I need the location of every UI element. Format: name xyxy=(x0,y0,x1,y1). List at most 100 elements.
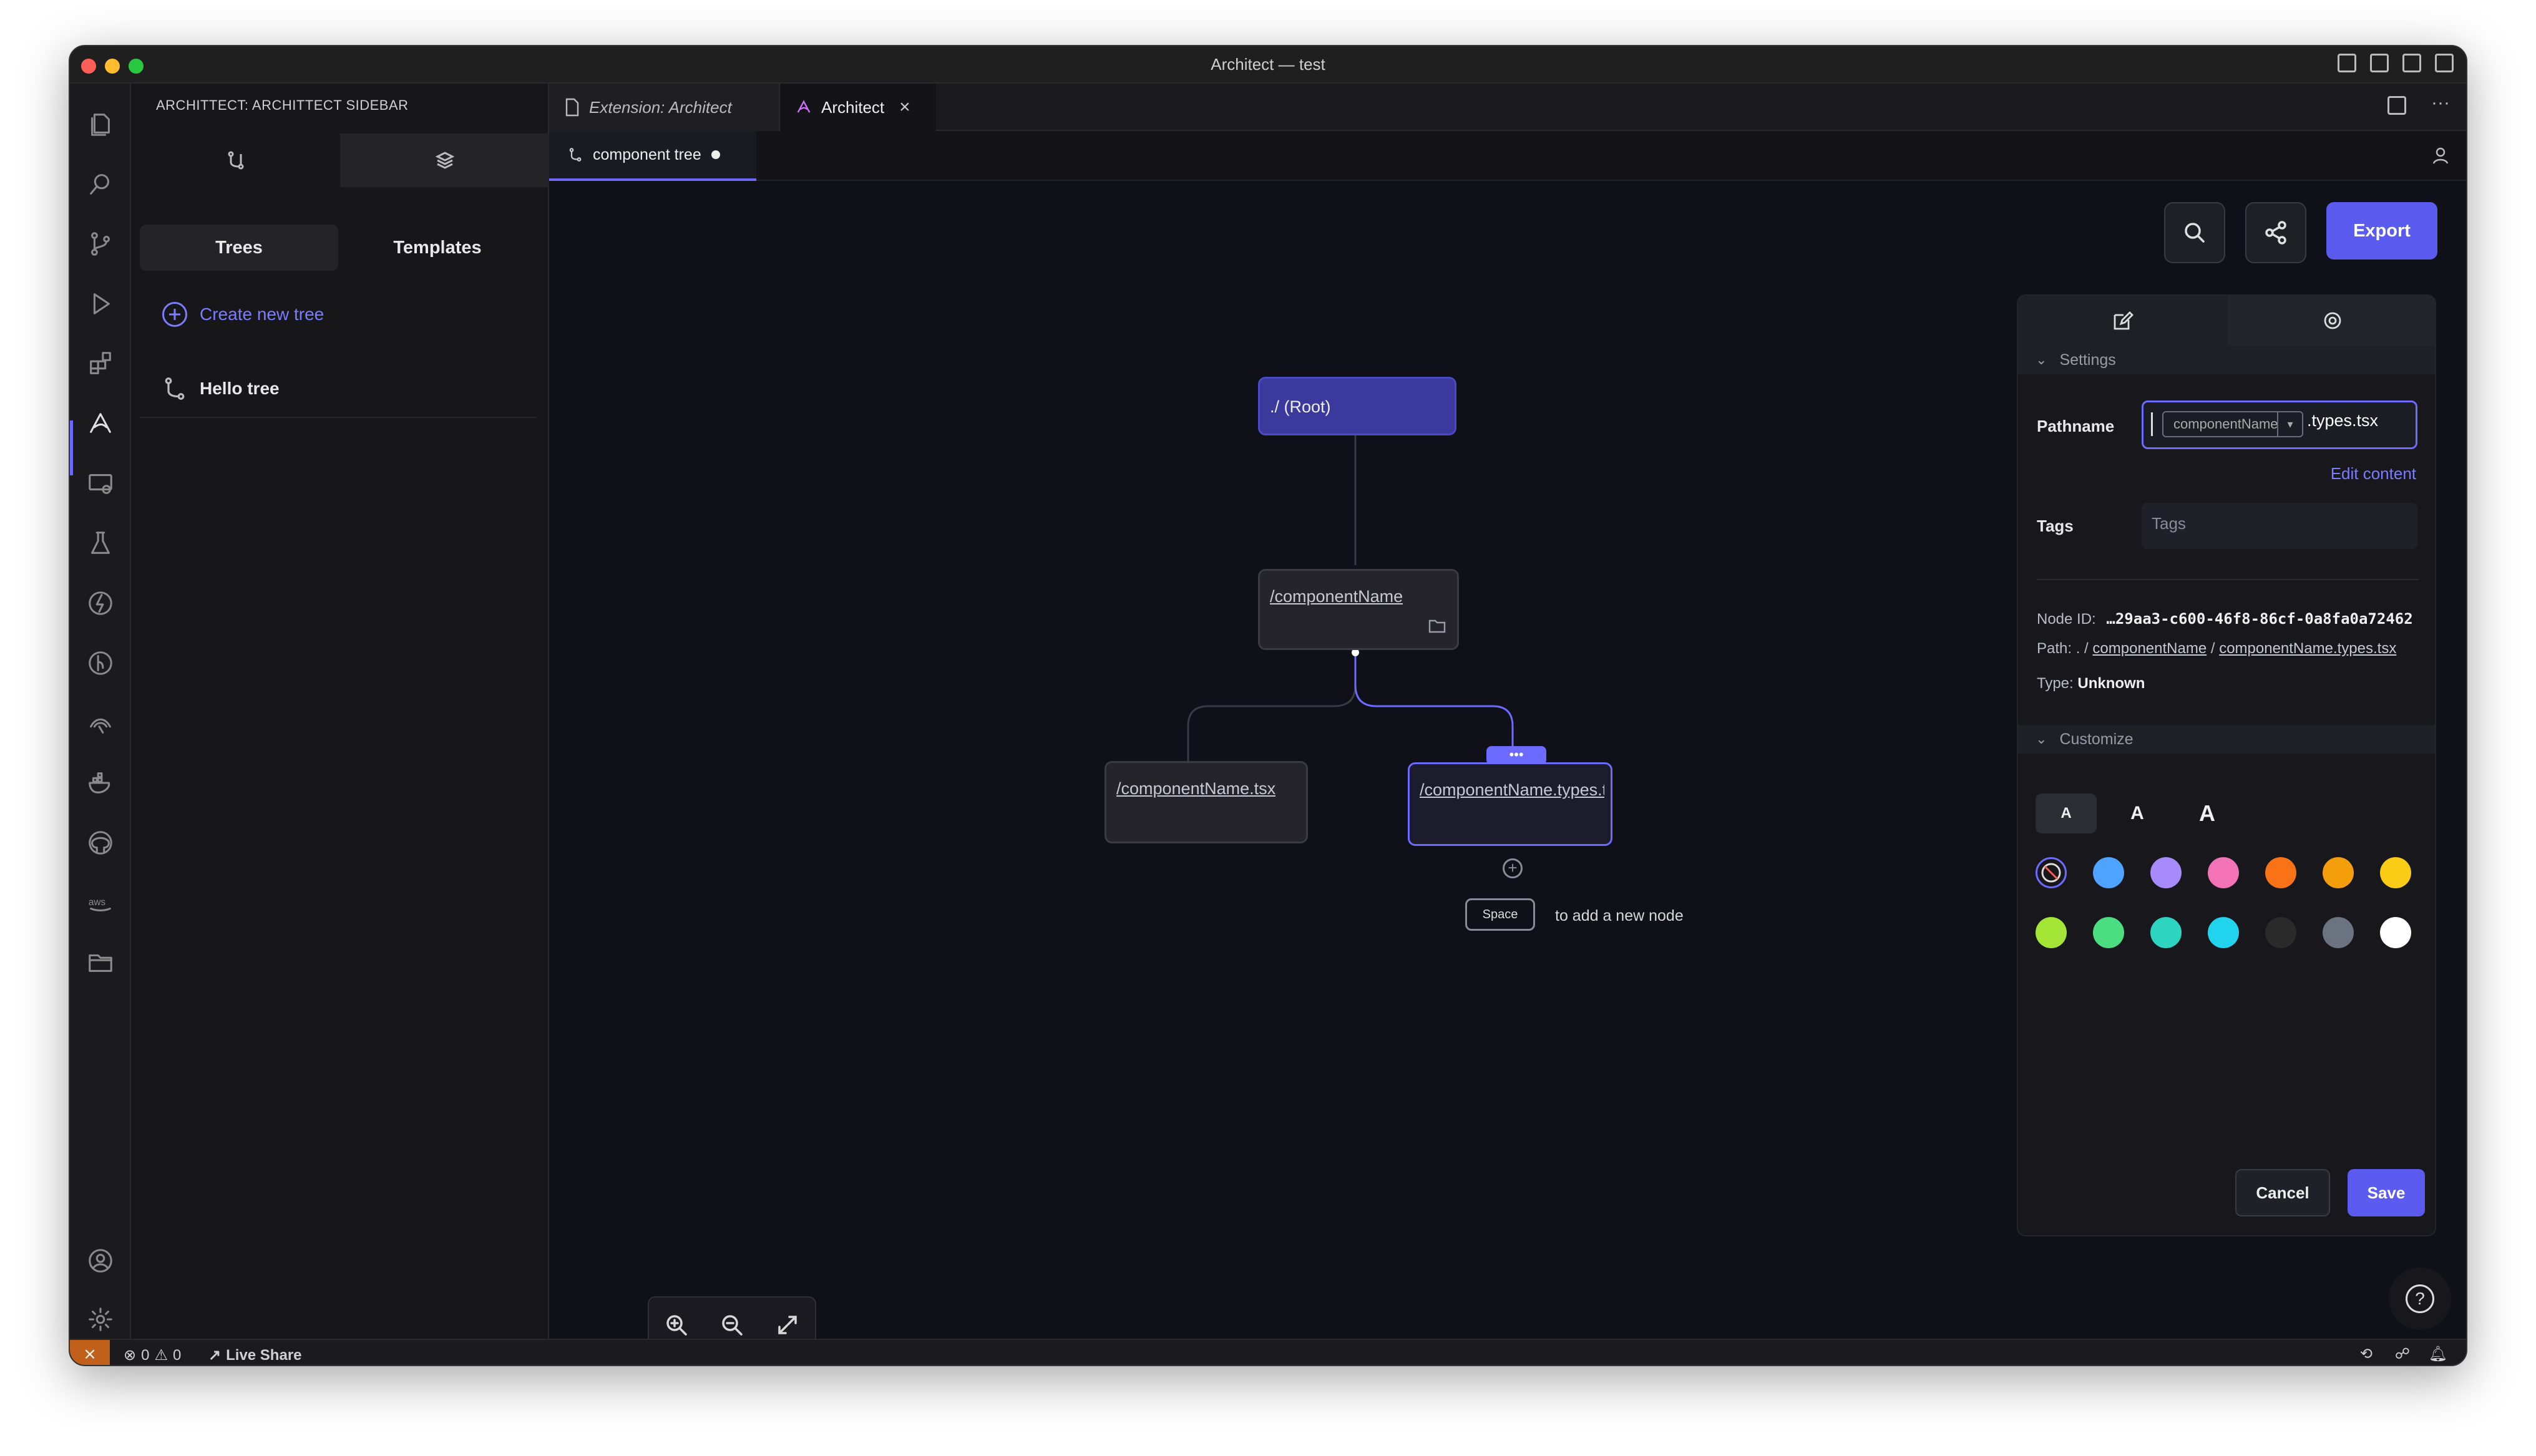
notifications-bell-icon[interactable]: 🔔︎ xyxy=(2429,1345,2447,1363)
warning-count: 0 xyxy=(172,1346,182,1364)
tab-layers[interactable] xyxy=(340,133,549,187)
save-button[interactable]: Save xyxy=(2348,1169,2425,1216)
more-actions-icon[interactable]: ··· xyxy=(2431,92,2450,114)
customize-section-header[interactable]: ⌄ Customize xyxy=(2018,725,2435,754)
zoom-out-icon[interactable] xyxy=(720,1313,744,1337)
type-label: Type: xyxy=(2037,675,2074,692)
edit-content-link[interactable]: Edit content xyxy=(2331,464,2416,483)
color-swatch[interactable] xyxy=(2208,917,2239,948)
sidebar-icon-tabs xyxy=(131,133,549,187)
tab-tree-view[interactable] xyxy=(131,133,340,187)
zoom-in-icon[interactable] xyxy=(665,1313,688,1337)
font-size-medium[interactable]: A xyxy=(2107,794,2168,833)
search-icon[interactable] xyxy=(85,168,116,200)
color-swatch[interactable] xyxy=(2150,857,2182,888)
color-swatch[interactable] xyxy=(2323,917,2354,948)
path-file-link[interactable]: componentName.types.tsx xyxy=(2219,640,2396,657)
split-editor-icon[interactable] xyxy=(2387,96,2406,115)
tab-settings[interactable] xyxy=(2228,296,2435,346)
divider xyxy=(2037,579,2419,580)
color-swatch[interactable] xyxy=(2380,917,2411,948)
color-swatch[interactable] xyxy=(2093,917,2124,948)
create-new-tree-label: Create new tree xyxy=(200,304,324,324)
remote-icon[interactable] xyxy=(85,707,116,739)
extensions-icon[interactable] xyxy=(85,348,116,379)
color-swatch[interactable] xyxy=(2208,857,2239,888)
git-graph-icon[interactable] xyxy=(85,648,116,679)
color-swatch[interactable] xyxy=(2093,857,2124,888)
lightning-icon[interactable] xyxy=(85,588,116,619)
tree-branch-icon xyxy=(165,377,185,400)
font-size-small[interactable]: A xyxy=(2036,794,2097,833)
folder-icon[interactable] xyxy=(85,947,116,978)
folder-node[interactable]: /componentName xyxy=(1258,569,1459,650)
node-id-row: Node ID: …29aa3-c600-46f8-86cf-0a8fa0a72… xyxy=(2037,610,2413,628)
tags-input[interactable]: Tags xyxy=(2142,503,2417,549)
sidebar-title: ARCHITTECT: ARCHITTECT SIDEBAR xyxy=(156,97,409,113)
github-icon[interactable] xyxy=(85,827,116,858)
type-value: Unknown xyxy=(2077,675,2145,692)
toggle-sidebar-icon[interactable] xyxy=(2338,54,2356,72)
color-swatch[interactable] xyxy=(2323,857,2354,888)
docker-icon[interactable] xyxy=(85,767,116,798)
add-node-icon[interactable]: + xyxy=(1503,858,1523,878)
aws-icon[interactable]: aws xyxy=(85,887,116,918)
font-size-large[interactable]: A xyxy=(2177,794,2238,833)
help-button[interactable]: ? xyxy=(2389,1268,2451,1330)
node-id-label: Node ID: xyxy=(2037,611,2096,628)
accounts-icon[interactable] xyxy=(85,1245,116,1276)
path-root: . / xyxy=(2075,640,2089,657)
path-folder-link[interactable]: componentName xyxy=(2092,640,2207,657)
pathname-variable-chip[interactable]: componentName ▾ xyxy=(2162,411,2303,437)
tree-list-item[interactable]: Hello tree xyxy=(140,361,537,418)
color-swatch[interactable] xyxy=(2265,857,2296,888)
segment-trees[interactable]: Trees xyxy=(140,225,338,271)
settings-section-header[interactable]: ⌄ Settings xyxy=(2018,346,2435,374)
color-swatch-none[interactable] xyxy=(2036,857,2067,888)
close-tab-icon[interactable]: × xyxy=(899,97,910,118)
share-button[interactable] xyxy=(2245,202,2306,263)
toggle-panel-icon[interactable] xyxy=(2370,54,2389,72)
remote-explorer-icon[interactable] xyxy=(85,468,116,499)
unsaved-dot xyxy=(711,150,720,159)
fit-view-icon[interactable] xyxy=(776,1313,799,1337)
live-share-button[interactable]: ↗ Live Share xyxy=(208,1346,302,1364)
error-icon: ⊗ xyxy=(124,1347,137,1364)
settings-gear-icon[interactable] xyxy=(85,1304,116,1335)
tab-architect[interactable]: Architect × xyxy=(780,84,936,131)
root-node[interactable]: ./ (Root) xyxy=(1258,377,1456,435)
customize-layout-icon[interactable] xyxy=(2435,54,2454,72)
testing-icon[interactable] xyxy=(85,528,116,559)
file-node-tsx[interactable]: /componentName.tsx xyxy=(1105,761,1308,843)
feedback-icon[interactable]: ☍ xyxy=(2395,1345,2410,1363)
run-debug-icon[interactable] xyxy=(85,288,116,319)
tree-branch-icon xyxy=(569,148,582,162)
user-icon[interactable] xyxy=(2431,146,2450,168)
source-control-icon[interactable] xyxy=(85,228,116,260)
color-swatch[interactable] xyxy=(2036,917,2067,948)
problems-indicator[interactable]: ⊗ 0 ⚠ 0 xyxy=(124,1346,181,1364)
create-new-tree-button[interactable]: Create new tree xyxy=(162,302,324,327)
export-button[interactable]: Export xyxy=(2326,202,2437,260)
chevron-down-icon[interactable]: ▾ xyxy=(2277,412,2302,436)
search-button[interactable] xyxy=(2164,202,2225,263)
color-swatch[interactable] xyxy=(2150,917,2182,948)
color-swatch[interactable] xyxy=(2380,857,2411,888)
segment-templates[interactable]: Templates xyxy=(338,225,537,271)
architect-icon[interactable] xyxy=(85,408,116,439)
history-icon[interactable]: ⟲ xyxy=(2360,1345,2373,1363)
tab-edit[interactable] xyxy=(2018,296,2228,346)
cancel-button[interactable]: Cancel xyxy=(2235,1169,2330,1216)
color-swatch[interactable] xyxy=(2265,917,2296,948)
app-window: Architect — test aws ARCHITTECT: ARCHITT… xyxy=(69,45,2467,1366)
file-node-types[interactable]: /componentName.types.tsx xyxy=(1408,762,1612,846)
pathname-input[interactable]: componentName ▾ .types.tsx xyxy=(2142,400,2417,449)
remote-indicator-icon[interactable]: ⨯ xyxy=(70,1340,110,1365)
explorer-icon[interactable] xyxy=(85,109,116,140)
tab-extension-architect[interactable]: Extension: Architect xyxy=(549,84,780,131)
node-label: /componentName.tsx xyxy=(1116,779,1276,798)
toggle-secondary-sidebar-icon[interactable] xyxy=(2402,54,2421,72)
tab-component-tree[interactable]: component tree xyxy=(549,131,756,181)
chip-label: componentName xyxy=(2173,416,2278,432)
title-bar: Architect — test xyxy=(70,46,2466,84)
